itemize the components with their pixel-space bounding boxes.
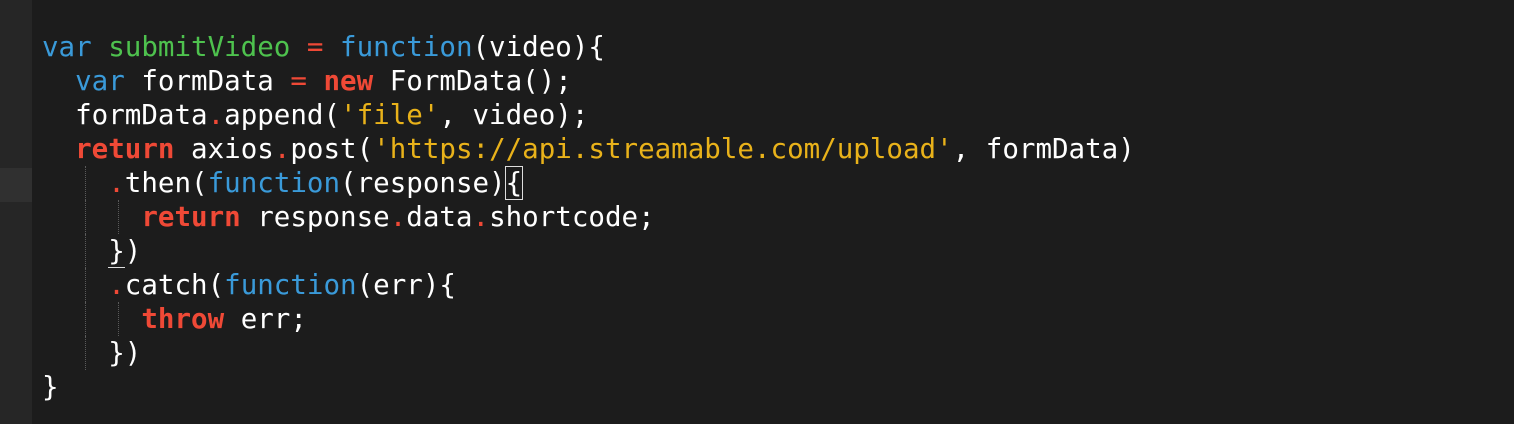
- code-token: .: [273, 133, 291, 165]
- code-token: catch(: [124, 269, 225, 301]
- code-token: =: [306, 31, 324, 63]
- code-token: (response): [340, 167, 506, 199]
- code-token: }: [108, 235, 125, 268]
- code-line[interactable]: return response.data.shortcode;: [40, 200, 1514, 234]
- code-token: throw: [141, 303, 225, 335]
- code-line[interactable]: formData.append('file', video);: [40, 98, 1514, 132]
- code-line[interactable]: var submitVideo = function(video){: [40, 30, 1514, 64]
- code-line[interactable]: .then(function(response){: [40, 166, 1514, 200]
- gutter-divider: [32, 0, 40, 424]
- code-token: 'file': [340, 99, 440, 131]
- code-token: err;: [224, 303, 307, 335]
- indent-guide: [85, 336, 87, 370]
- code-token: FormData();: [373, 65, 572, 97]
- active-line-marker: [0, 168, 32, 202]
- indent-guide: [118, 200, 120, 234]
- code-line[interactable]: throw err;: [40, 302, 1514, 336]
- code-token: return: [141, 201, 241, 233]
- code-token: 'https://api.streamable.com/upload': [373, 133, 953, 165]
- code-token: .: [108, 167, 125, 199]
- indent-guide: [85, 166, 87, 200]
- code-line[interactable]: var formData = new FormData();: [40, 64, 1514, 98]
- code-area[interactable]: var submitVideo = function(video){ var f…: [40, 0, 1514, 424]
- code-token: ): [124, 235, 142, 267]
- code-token: }: [42, 371, 59, 403]
- code-token: }): [108, 337, 142, 369]
- code-token: append(: [224, 99, 341, 131]
- indent-guide: [85, 302, 87, 336]
- code-token: , video);: [439, 99, 589, 131]
- code-token: formData: [75, 99, 208, 131]
- code-token: function: [224, 269, 357, 301]
- code-line[interactable]: }: [40, 370, 1514, 404]
- code-token: formData: [124, 65, 291, 97]
- code-token: new: [323, 65, 374, 97]
- indent-guide: [118, 302, 120, 336]
- code-token: shortcode;: [489, 201, 655, 233]
- code-token: function: [207, 167, 341, 199]
- code-token: return: [75, 133, 175, 165]
- line-gutter[interactable]: [0, 0, 32, 424]
- code-token: (video){: [472, 31, 605, 63]
- code-token: data: [406, 201, 473, 233]
- code-token: response: [240, 201, 390, 233]
- code-token: , formData): [952, 133, 1135, 165]
- code-token: submitVideo: [108, 31, 291, 63]
- code-line[interactable]: }): [40, 336, 1514, 370]
- code-token: then(: [124, 167, 208, 199]
- code-line[interactable]: }): [40, 234, 1514, 268]
- code-line[interactable]: .catch(function(err){: [40, 268, 1514, 302]
- code-token: var: [42, 31, 92, 63]
- code-token: function: [340, 31, 473, 63]
- code-token: .: [108, 269, 125, 301]
- indent-guide: [85, 234, 87, 268]
- code-token: .: [472, 201, 490, 233]
- code-line[interactable]: return axios.post('https://api.streamabl…: [40, 132, 1514, 166]
- indent-guide: [85, 200, 87, 234]
- code-token: .: [207, 99, 225, 131]
- code-token: {: [504, 166, 524, 200]
- code-token: (err){: [356, 269, 456, 301]
- indent-guide: [85, 268, 87, 302]
- code-editor[interactable]: var submitVideo = function(video){ var f…: [0, 0, 1514, 424]
- code-token: .: [389, 201, 407, 233]
- code-token: =: [290, 65, 307, 97]
- code-token: axios: [174, 133, 274, 165]
- code-token: post(: [290, 133, 374, 165]
- code-token: var: [75, 65, 125, 97]
